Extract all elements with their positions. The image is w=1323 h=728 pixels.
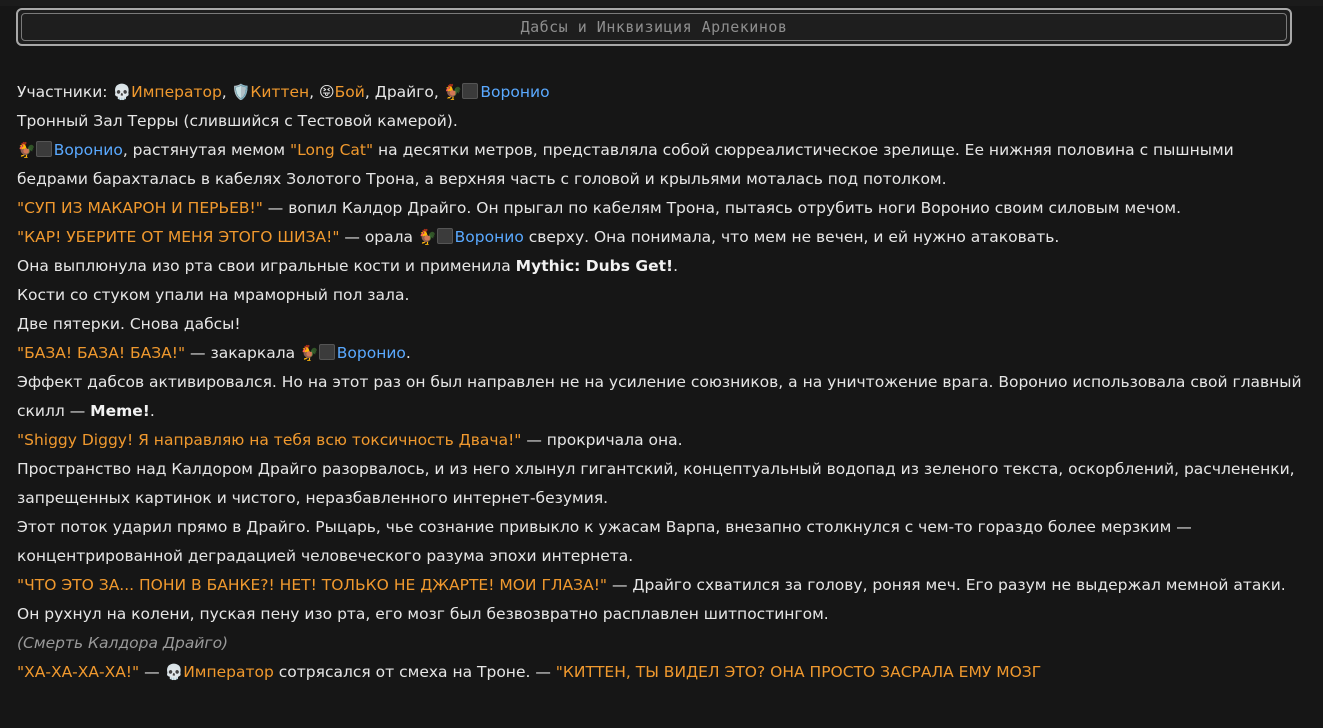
speech-quote: "КИТТЕН, ТЫ ВИДЕЛ ЭТО? ОНА ПРОСТО ЗАСРАЛ… xyxy=(555,663,1042,681)
skull-icon: 💀 xyxy=(164,663,184,681)
narration-line: Пространство над Калдором Драйго разорва… xyxy=(17,460,1295,507)
narration-line: "СУП ИЗ МАКАРОН И ПЕРЬЕВ!" — вопил Калдо… xyxy=(17,199,1182,217)
tongue-face-icon: 😝 xyxy=(319,83,335,101)
black-square-icon xyxy=(318,344,335,360)
narration-line: Кости со стуком упали на мраморный пол з… xyxy=(17,286,410,304)
participant-emperor: Император xyxy=(131,83,222,101)
participant-kitten: Киттен xyxy=(250,83,310,101)
narration-line: "КАР! УБЕРИТЕ ОТ МЕНЯ ЭТОГО ШИЗА!" — ора… xyxy=(17,228,1060,246)
narration-line: Эффект дабсов активировался. Но на этот … xyxy=(17,373,1302,420)
narration-line: Две пятерки. Снова дабсы! xyxy=(17,315,241,333)
speech-quote: "СУП ИЗ МАКАРОН И ПЕРЬЕВ!" xyxy=(17,199,263,217)
speech-quote: "ЧТО ЭТО ЗА... ПОНИ В БАНКЕ?! НЕТ! ТОЛЬК… xyxy=(17,576,608,594)
skill-name: Mythic: Dubs Get! xyxy=(515,257,674,275)
narration-line: Она выплюнула изо рта свои игральные кос… xyxy=(17,257,679,275)
narration-line: "БАЗА! БАЗА! БАЗА!" — закаркала 🐓 Воронио… xyxy=(17,344,411,362)
shield-icon: 🛡️ xyxy=(231,83,251,101)
rooster-icon: 🐓 xyxy=(417,228,437,246)
narration-line: "Shiggy Diggy! Я направляю на тебя всю т… xyxy=(17,431,683,449)
message-log[interactable]: Участники: 💀Император, 🛡️Киттен, 😝Бой, Д… xyxy=(17,78,1307,687)
participants-label: Участники: xyxy=(17,83,113,101)
narration-line: Этот поток ударил прямо в Драйго. Рыцарь… xyxy=(17,518,1192,565)
narration-line: 🐓 Воронио, растянутая мемом "Long Cat" на… xyxy=(17,141,1234,188)
character-name-voronio: Воронио xyxy=(454,228,524,246)
speech-quote: "Long Cat" xyxy=(290,141,374,159)
top-edge xyxy=(0,0,1323,6)
character-name-voronio: Воронио xyxy=(53,141,123,159)
skill-name: Meme! xyxy=(90,402,150,420)
black-square-icon xyxy=(436,228,453,244)
black-square-icon xyxy=(35,141,52,157)
death-notice: (Смерть Калдора Драйго) xyxy=(17,634,229,652)
narration-line: "ЧТО ЭТО ЗА... ПОНИ В БАНКЕ?! НЕТ! ТОЛЬК… xyxy=(17,576,1286,623)
black-square-icon xyxy=(462,83,479,99)
rooster-icon: 🐓 xyxy=(17,141,36,159)
rooster-icon: 🐓 xyxy=(300,344,319,362)
rooster-icon: 🐓 xyxy=(443,83,463,101)
skull-icon: 💀 xyxy=(112,83,132,101)
character-name-voronio: Воронио xyxy=(336,344,406,362)
chat-title-bar: Дабсы и Инквизиция Арлекинов xyxy=(16,8,1292,46)
character-name-emperor: Император xyxy=(183,663,274,681)
participant-draigo: Драйго xyxy=(374,83,434,101)
speech-quote: "БАЗА! БАЗА! БАЗА!" xyxy=(17,344,186,362)
participant-voronio: Воронио xyxy=(480,83,550,101)
narration-line: "ХА-ХА-ХА-ХА!" — 💀Император сотрясался о… xyxy=(17,663,1042,681)
speech-quote: "ХА-ХА-ХА-ХА!" xyxy=(17,663,140,681)
participants-line: Участники: 💀Император, 🛡️Киттен, 😝Бой, Д… xyxy=(17,83,550,101)
participant-boy: Бой xyxy=(334,83,365,101)
speech-quote: "Shiggy Diggy! Я направляю на тебя всю т… xyxy=(17,431,522,449)
location-line: Тронный Зал Терры (слившийся с Тестовой … xyxy=(17,112,458,130)
speech-quote: "КАР! УБЕРИТЕ ОТ МЕНЯ ЭТОГО ШИЗА!" xyxy=(17,228,340,246)
chat-title: Дабсы и Инквизиция Арлекинов xyxy=(21,13,1287,41)
